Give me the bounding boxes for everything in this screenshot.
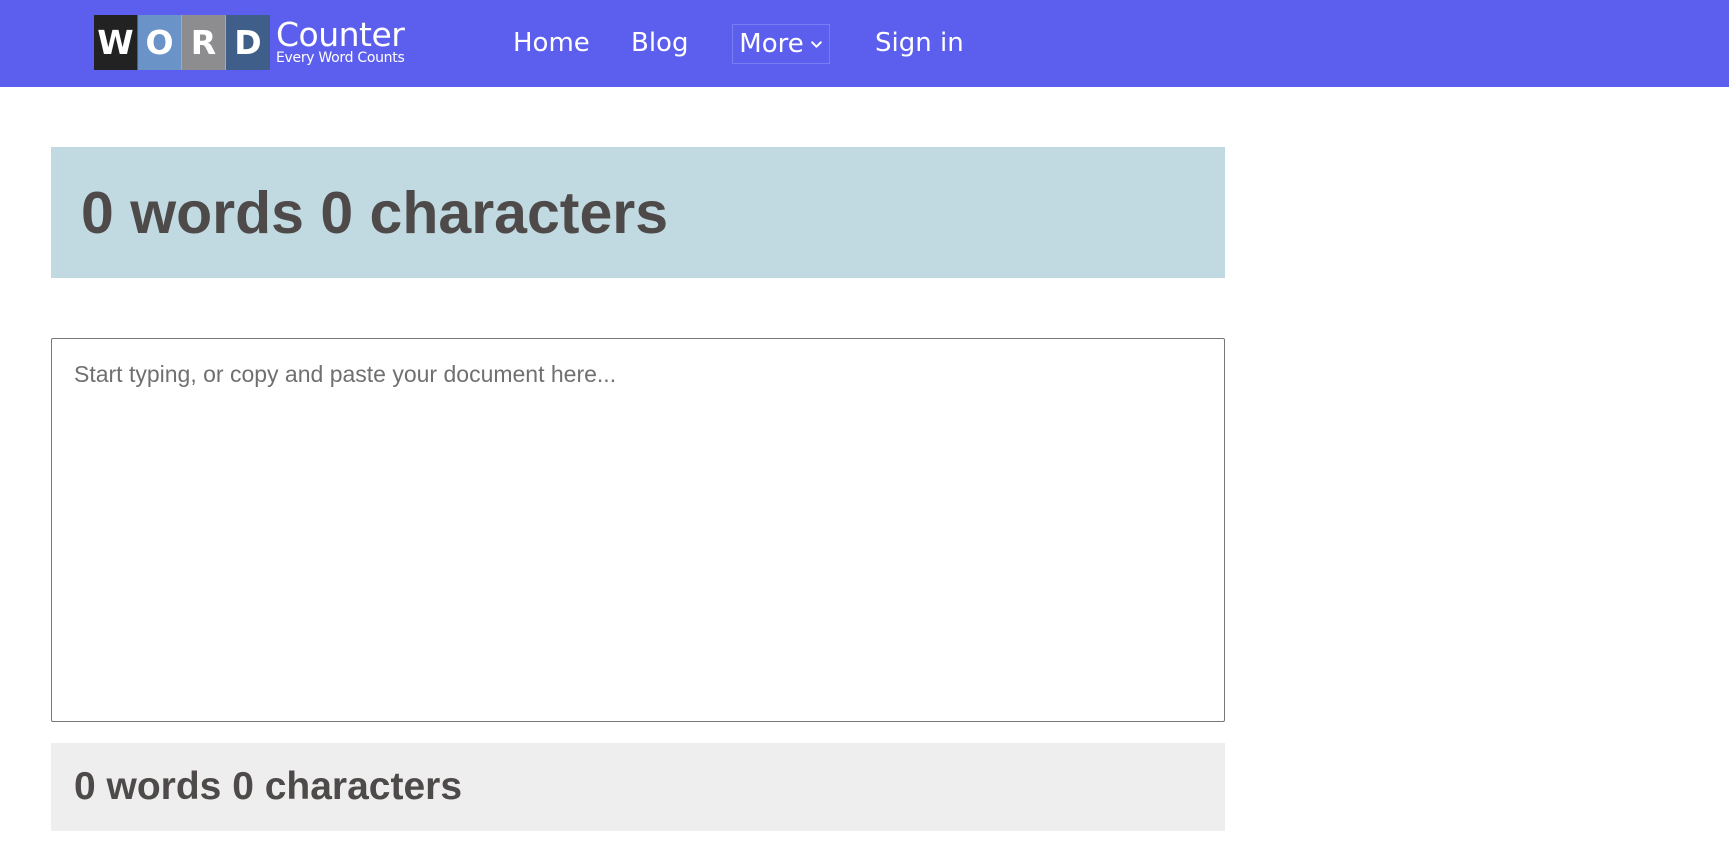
logo-tiles: W O R D [94,14,270,70]
logo-tile-r: R [182,14,226,70]
logo-tile-d: D [226,14,270,70]
logo-tagline: Every Word Counts [276,50,405,66]
logo-tile-o: O [138,14,182,70]
top-navbar: W O R D Counter Every Word Counts Home B… [0,0,1729,87]
word-count-summary: 0 words 0 characters [81,179,669,246]
chevron-down-icon [810,40,822,48]
nav-home-link[interactable]: Home [513,26,590,60]
word-count-footer-summary: 0 words 0 characters [74,765,463,808]
logo-text: Counter Every Word Counts [276,15,405,67]
nav-blog-link[interactable]: Blog [631,26,688,60]
site-logo[interactable]: W O R D Counter Every Word Counts [94,14,405,70]
document-text-editor[interactable] [51,338,1225,722]
nav-signin-link[interactable]: Sign in [875,26,964,60]
nav-more-label: More [739,29,804,59]
logo-tile-w: W [94,14,138,70]
word-count-footer: 0 words 0 characters [51,743,1225,831]
nav-more-dropdown[interactable]: More [732,24,830,64]
logo-title: Counter [276,15,405,54]
word-count-banner: 0 words 0 characters [51,147,1225,278]
